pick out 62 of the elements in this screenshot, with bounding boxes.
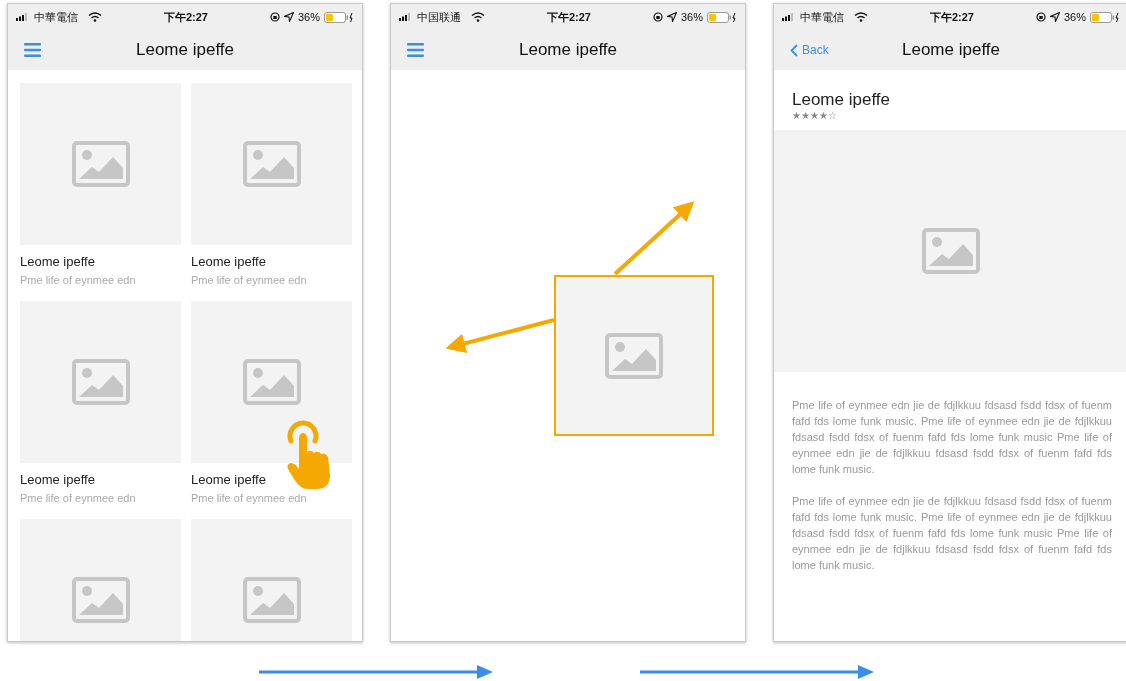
wifi-icon xyxy=(88,12,102,22)
card-title: Leome ipeffe xyxy=(191,254,267,270)
chevron-left-icon xyxy=(790,43,798,57)
item-heading: Leome ipeffe xyxy=(791,89,891,110)
battery-icon xyxy=(707,11,737,23)
menu-icon[interactable] xyxy=(24,43,41,57)
wifi-icon xyxy=(471,12,485,22)
screen-title: Leome ipeffe xyxy=(519,39,617,62)
card-subtitle: Pme life of eynmee edn xyxy=(191,273,308,287)
image-placeholder-icon xyxy=(605,332,663,379)
signal-icon xyxy=(16,13,30,21)
image-placeholder-icon xyxy=(71,141,130,187)
card-image[interactable] xyxy=(191,519,352,641)
image-placeholder-icon xyxy=(922,228,980,274)
status-time: 下午2:27 xyxy=(163,9,208,25)
card-image[interactable] xyxy=(20,519,181,641)
image-placeholder-icon xyxy=(71,359,130,405)
rotation-lock-icon xyxy=(652,12,663,22)
card-image[interactable] xyxy=(191,83,352,245)
battery-percent: 36% xyxy=(680,9,703,25)
carrier-name: 中華電信 xyxy=(34,9,78,25)
description-text: Pme life of eynmee edn jie de fdjlkkuu fdsasd fsdd fdsx of fuenm fafd fds lome funk music. Pme life of eynmee edn jie de fdjlkkuu fdsasd fsdd fdsx of fuenm fafd fds lome funk music Pme life of eynmee edn jie de fdjlkkuu fdsasd fsdd fdsx of fuenm fafd fds lome funk music. xyxy=(791,398,1113,477)
location-icon xyxy=(1049,12,1060,22)
wifi-icon xyxy=(854,12,868,22)
star-icon: ★ xyxy=(801,110,810,121)
star-icon: ★ xyxy=(819,110,828,121)
battery-percent: 36% xyxy=(1063,9,1086,25)
battery-icon xyxy=(324,11,354,23)
signal-icon xyxy=(399,13,413,21)
back-button[interactable]: Back xyxy=(790,41,829,59)
rotation-lock-icon xyxy=(1035,12,1046,22)
status-time: 下午2:27 xyxy=(546,9,591,25)
image-placeholder-icon xyxy=(242,359,301,405)
carrier-name: 中国联通 xyxy=(417,9,461,25)
image-placeholder-icon xyxy=(71,577,130,623)
image-placeholder-icon xyxy=(242,141,301,187)
status-time: 下午2:27 xyxy=(929,9,974,25)
card-image[interactable] xyxy=(20,301,181,463)
card-title: Leome ipeffe xyxy=(20,472,96,488)
dragged-image[interactable] xyxy=(554,275,714,436)
image-placeholder-icon xyxy=(242,577,301,623)
card-image[interactable] xyxy=(20,83,181,245)
location-icon xyxy=(666,12,677,22)
screen-title: Leome ipeffe xyxy=(902,39,1000,62)
battery-icon xyxy=(1090,11,1120,23)
carrier-name: 中華電信 xyxy=(800,9,844,25)
card-subtitle: Pme life of eynmee edn xyxy=(191,491,308,505)
card-subtitle: Pme life of eynmee edn xyxy=(20,491,137,505)
star-icon: ☆ xyxy=(828,110,837,121)
card-subtitle: Pme life of eynmee edn xyxy=(20,273,137,287)
card-title: Leome ipeffe xyxy=(191,472,267,488)
battery-percent: 36% xyxy=(297,9,320,25)
card-image[interactable] xyxy=(191,301,352,463)
description-text: Pme life of eynmee edn jie de fdjlkkuu fdsasd fsdd fdsx of fuenm fafd fds lome funk music. Pme life of eynmee edn jie de fdjlkkuu fdsasd fsdd fdsx of fuenm fafd fds lome funk music Pme life of eynmee edn jie de fdjlkkuu fdsasd fsdd fdsx of fuenm fafd fds lome funk music. xyxy=(791,494,1113,573)
rotation-lock-icon xyxy=(269,12,280,22)
location-icon xyxy=(283,12,294,22)
menu-icon[interactable] xyxy=(407,43,424,57)
signal-icon xyxy=(782,13,796,21)
star-icon: ★ xyxy=(810,110,819,121)
screen-title: Leome ipeffe xyxy=(136,39,234,62)
star-icon: ★ xyxy=(792,110,801,121)
card-title: Leome ipeffe xyxy=(20,254,96,270)
